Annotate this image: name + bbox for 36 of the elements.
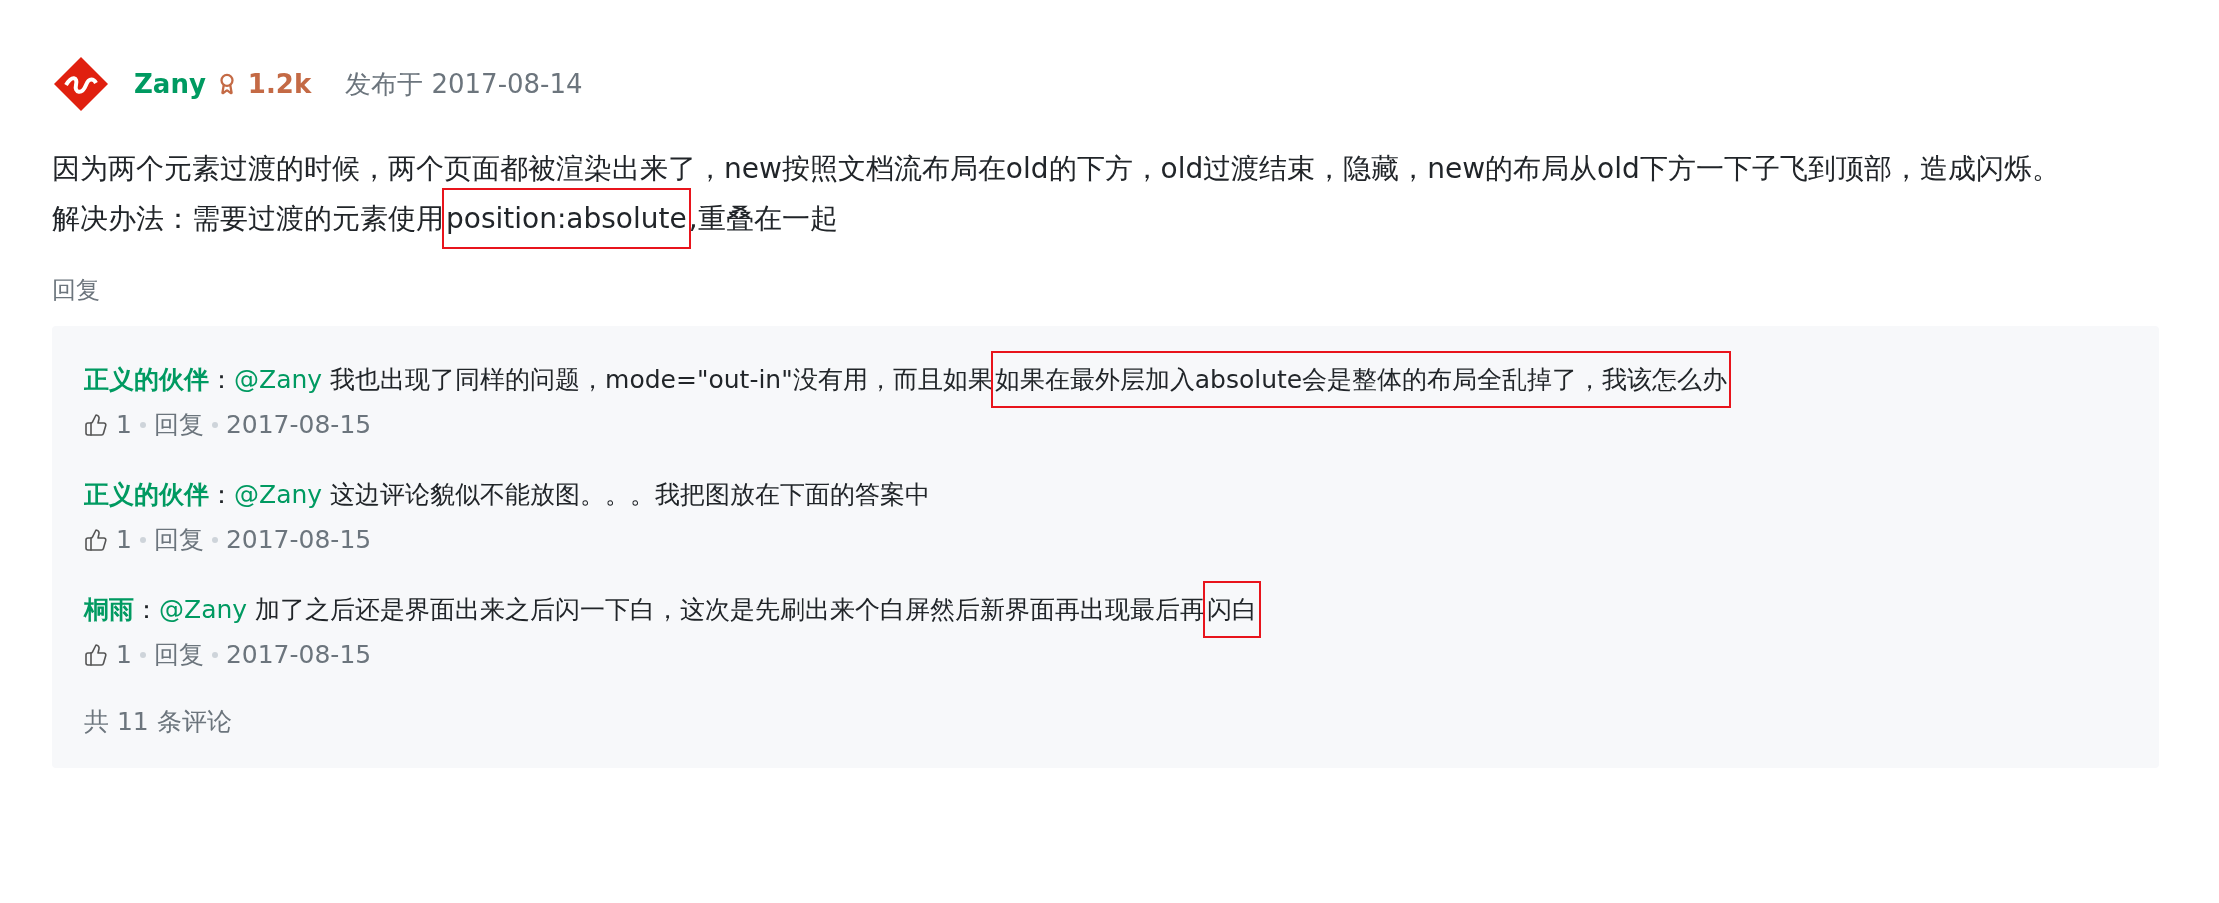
separator: ： (209, 480, 234, 509)
body-text: 我也出现了同样的问题，mode="out-in"没有用，而且如果 (330, 365, 993, 394)
thumbs-up-icon[interactable] (84, 527, 108, 552)
reply-link[interactable]: 回复 (153, 638, 204, 671)
mention-link[interactable]: @Zany (159, 595, 248, 624)
comment-author[interactable]: 正义的伙伴 (84, 480, 209, 509)
body-text: 这边评论貌似不能放图。。。我把图放在下面的答案中 (330, 480, 931, 509)
highlighted-text: 闪白 (1205, 583, 1260, 636)
publish-date: 发布于 2017-08-14 (345, 67, 583, 101)
like-count: 1 (116, 410, 132, 439)
body-text: 因为两个元素过渡的时候，两个页面都被渲染出来了，new按照文档流布局在old的下方，old过渡结束，隐藏，new的布局从old下方一下子飞到顶部，造成闪烁。 (52, 152, 2060, 185)
reply-link[interactable]: 回复 (52, 274, 100, 306)
body-text: 加了之后还是界面出来之后闪一下白，这次是先刷出来个白屏然后新界面再出现最后再 (255, 595, 1206, 624)
like-count: 1 (116, 640, 132, 669)
comment-date: 2017-08-15 (225, 525, 372, 554)
thumbs-up-icon[interactable] (84, 412, 108, 437)
logo-icon (52, 55, 110, 113)
reputation: 1.2k (247, 69, 312, 99)
comment-count: 共 11 条评论 (84, 707, 232, 736)
mention-link[interactable]: @Zany (234, 365, 323, 394)
comment-date: 2017-08-15 (225, 410, 372, 439)
body-text: 解决办法：需要过渡的元素使用 (52, 202, 444, 235)
like-count: 1 (116, 525, 132, 554)
thumbs-up-icon[interactable] (84, 642, 108, 667)
comment-author[interactable]: 桐雨 (84, 595, 134, 624)
reply-link[interactable]: 回复 (153, 523, 204, 556)
mention-link[interactable]: @Zany (234, 480, 323, 509)
comment-author[interactable]: 正义的伙伴 (84, 365, 209, 394)
separator: ： (134, 595, 159, 624)
separator: ： (209, 365, 234, 394)
reply-link[interactable]: 回复 (153, 408, 204, 441)
highlighted-text: position:absolute (444, 190, 689, 247)
author-name[interactable]: Zany (134, 69, 206, 99)
comment-date: 2017-08-15 (225, 640, 372, 669)
body-text: ,重叠在一起 (688, 202, 838, 235)
highlighted-text: 如果在最外层加入absolute会是整体的布局全乱掉了，我该怎么办 (992, 353, 1730, 406)
